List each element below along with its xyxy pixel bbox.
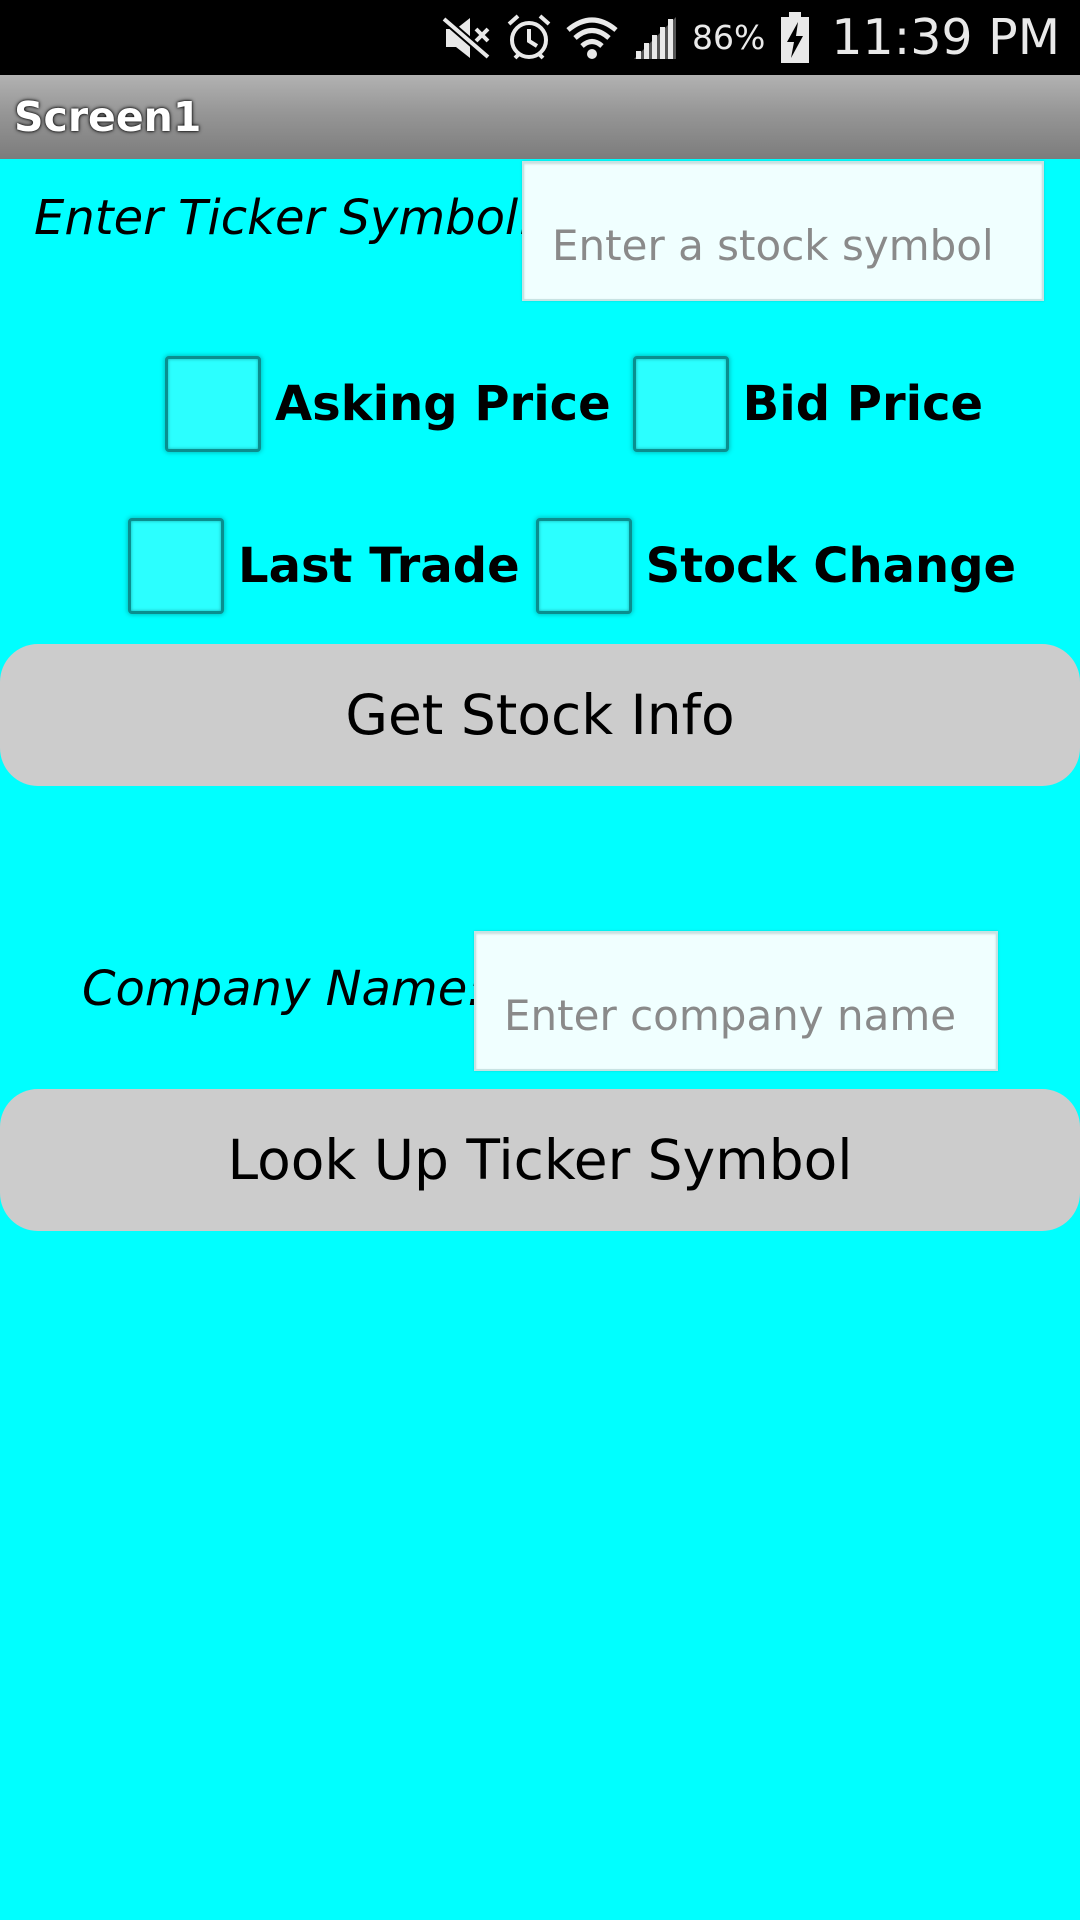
checkbox-row-trade: Last Trade Stock Change <box>128 518 1016 614</box>
mute-icon <box>442 15 492 61</box>
look-up-ticker-button[interactable]: Look Up Ticker Symbol <box>0 1089 1080 1231</box>
bid-price-checkbox[interactable] <box>632 356 729 452</box>
battery-charging-icon <box>779 11 811 64</box>
status-clock: 11:39 PM <box>831 9 1060 66</box>
ticker-label: Enter Ticker Symbol. <box>34 190 534 246</box>
last-trade-checkbox[interactable] <box>128 518 224 614</box>
stock-change-label[interactable]: Stock Change <box>646 538 1016 594</box>
status-icons: 86% 11:39 PM <box>442 0 1060 75</box>
wifi-icon <box>566 16 618 60</box>
company-name-label: Company Name: <box>82 961 484 1017</box>
signal-icon <box>632 15 678 61</box>
stock-change-checkbox[interactable] <box>535 518 632 614</box>
ticker-symbol-input[interactable] <box>522 161 1044 301</box>
last-trade-label[interactable]: Last Trade <box>238 538 520 594</box>
asking-price-checkbox[interactable] <box>165 356 261 452</box>
asking-price-label[interactable]: Asking Price <box>275 376 611 432</box>
checkbox-row-prices: Asking Price Bid Price <box>165 356 983 452</box>
bid-price-label[interactable]: Bid Price <box>743 376 983 432</box>
get-stock-info-button[interactable]: Get Stock Info <box>0 644 1080 786</box>
status-bar: 86% 11:39 PM <box>0 0 1080 75</box>
battery-percent: 86% <box>692 18 766 57</box>
screen-title: Screen1 <box>14 93 202 141</box>
title-bar: Screen1 <box>0 75 1080 159</box>
alarm-icon <box>506 14 552 62</box>
company-name-input[interactable] <box>474 931 998 1071</box>
